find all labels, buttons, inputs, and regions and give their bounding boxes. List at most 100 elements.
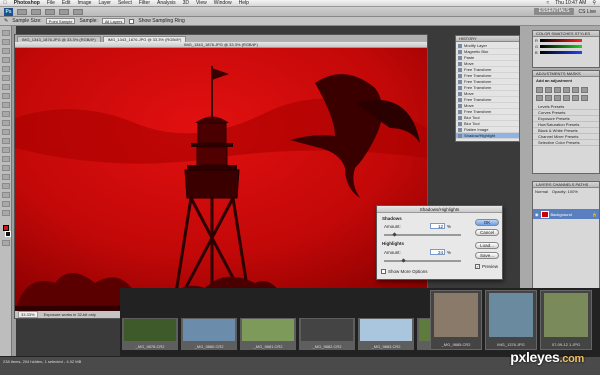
document-tab-active[interactable]: IMG_1343_1876.JPG @ 33.3% (RGB/8*) (102, 36, 187, 42)
sample-select[interactable]: All Layers (101, 18, 126, 24)
dodge-tool-icon[interactable] (1, 147, 10, 153)
tab-masks[interactable]: MASKS (567, 71, 581, 76)
view-extras-button[interactable] (31, 8, 41, 15)
quick-select-tool-icon[interactable] (1, 57, 10, 63)
crop-tool-icon[interactable] (1, 66, 10, 72)
shadows-amount-field[interactable]: 12 (430, 223, 445, 229)
wifi-icon[interactable]: ≈ (546, 0, 549, 6)
filmstrip-thumb[interactable]: _MG_9878.CR2 (122, 318, 178, 350)
quick-mask-icon[interactable] (1, 240, 10, 246)
blur-tool-icon[interactable] (1, 138, 10, 144)
tab-swatches[interactable]: SWATCHES (551, 31, 573, 36)
photo-filter-icon[interactable] (554, 95, 561, 101)
color-balance-icon[interactable] (536, 95, 543, 101)
vibrance-icon[interactable] (572, 87, 579, 93)
clone-stamp-tool-icon[interactable] (1, 102, 10, 108)
menu-help[interactable]: Help (239, 0, 249, 6)
path-select-tool-icon[interactable] (1, 174, 10, 180)
screen-mode-button[interactable] (73, 8, 83, 15)
move-tool-icon[interactable] (1, 30, 10, 36)
pen-tool-icon[interactable] (1, 156, 10, 162)
filmstrip-thumb[interactable]: _MG_9880.CR2 (181, 318, 237, 350)
background-color-swatch[interactable] (4, 231, 11, 237)
eyedropper-tool-icon[interactable] (1, 75, 10, 81)
menu-edit[interactable]: Edit (62, 0, 71, 6)
zoom-field[interactable]: 33.33% (18, 311, 38, 318)
document-tab[interactable]: IMG_1343_1876.JPG @ 33.3% (RGB/8*) (17, 36, 101, 42)
healing-brush-tool-icon[interactable] (1, 84, 10, 90)
menu-window[interactable]: Window (214, 0, 232, 6)
curves-icon[interactable] (554, 87, 561, 93)
ok-button[interactable]: OK (475, 219, 499, 226)
apple-menu-icon[interactable]:  (3, 0, 7, 6)
eyedropper-options-icon[interactable]: ✎ (4, 18, 8, 24)
image-canvas[interactable] (15, 48, 427, 312)
marquee-tool-icon[interactable] (1, 39, 10, 45)
menu-filter[interactable]: Filter (139, 0, 150, 6)
green-slider-track[interactable] (540, 44, 583, 48)
cs-live-button[interactable]: CS Live (578, 9, 600, 15)
preset-item[interactable]: Selective Color Presets (533, 140, 599, 146)
3d-rotate-tool-icon[interactable] (1, 192, 10, 198)
filmstrip-large-thumb[interactable]: IMG_1376.JPG (485, 290, 537, 350)
save-button[interactable]: Save... (475, 252, 499, 259)
menu-analysis[interactable]: Analysis (157, 0, 176, 6)
gradient-tool-icon[interactable] (1, 129, 10, 135)
cancel-button[interactable]: Cancel (475, 229, 499, 236)
filmstrip-thumb[interactable]: _MG_9881.CR2 (240, 318, 296, 350)
sample-size-select[interactable]: Point Sample (45, 18, 76, 24)
preview-checkbox[interactable]: ✓ (475, 264, 480, 269)
launch-bridge-button[interactable] (17, 8, 27, 15)
brush-tool-icon[interactable] (1, 93, 10, 99)
workspace-switcher[interactable]: ESSENTIALS (533, 8, 575, 15)
hue-saturation-icon[interactable] (581, 87, 588, 93)
spotlight-icon[interactable]: ⚲ (592, 0, 596, 6)
menu-select[interactable]: Select (118, 0, 132, 6)
invert-icon[interactable] (572, 95, 579, 101)
menu-layer[interactable]: Layer (98, 0, 111, 6)
menu-app-name[interactable]: Photoshop (14, 0, 40, 6)
posterize-icon[interactable] (581, 95, 588, 101)
black-white-icon[interactable] (545, 95, 552, 101)
history-brush-tool-icon[interactable] (1, 111, 10, 117)
blend-mode-select[interactable]: Normal (535, 189, 548, 194)
highlights-slider-track[interactable] (384, 260, 461, 262)
layer-row-background[interactable]: ◉ Background 🔒 (533, 209, 599, 219)
menu-file[interactable]: File (47, 0, 55, 6)
tab-adjustments[interactable]: ADJUSTMENTS (536, 71, 566, 76)
filmstrip-large-thumb[interactable]: 07-09-12 1.JPG (540, 290, 592, 350)
lasso-tool-icon[interactable] (1, 48, 10, 54)
brightness-icon[interactable] (536, 87, 543, 93)
tab-paths[interactable]: PATHS (576, 182, 589, 187)
exposure-icon[interactable] (563, 87, 570, 93)
highlights-amount-field[interactable]: 24 (430, 249, 445, 255)
zoom-tool-icon[interactable] (1, 210, 10, 216)
eye-icon[interactable]: ◉ (535, 212, 539, 217)
show-sampling-ring-checkbox[interactable] (129, 18, 135, 24)
channel-mixer-icon[interactable] (563, 95, 570, 101)
tab-layers[interactable]: LAYERS (536, 182, 552, 187)
show-more-options-checkbox[interactable] (381, 269, 386, 274)
hand-tool-icon[interactable] (1, 201, 10, 207)
zoom-level-button[interactable] (45, 8, 55, 15)
menu-image[interactable]: Image (78, 0, 92, 6)
levels-icon[interactable] (545, 87, 552, 93)
clock[interactable]: Thu 10:47 AM (555, 0, 586, 6)
tab-styles[interactable]: STYLES (575, 31, 590, 36)
red-slider-track[interactable] (539, 38, 582, 42)
shape-tool-icon[interactable] (1, 183, 10, 189)
history-item[interactable]: Shadow/Highlight (456, 133, 519, 139)
filmstrip-large-thumb[interactable]: _MG_9885.CR2 (430, 290, 482, 350)
filmstrip-thumb[interactable]: _MG_9882.CR2 (299, 318, 355, 350)
menu-view[interactable]: View (196, 0, 207, 6)
eraser-tool-icon[interactable] (1, 120, 10, 126)
opacity-field[interactable]: Opacity: 100% (552, 189, 578, 194)
arrange-documents-button[interactable] (59, 8, 69, 15)
blue-slider-track[interactable] (539, 50, 582, 54)
slider-blue[interactable]: B (533, 49, 599, 55)
filmstrip-thumb[interactable]: _MG_9883.CR2 (358, 318, 414, 350)
tab-color[interactable]: COLOR (536, 31, 550, 36)
menu-3d[interactable]: 3D (183, 0, 189, 6)
type-tool-icon[interactable] (1, 165, 10, 171)
load-button[interactable]: Load... (475, 242, 499, 249)
